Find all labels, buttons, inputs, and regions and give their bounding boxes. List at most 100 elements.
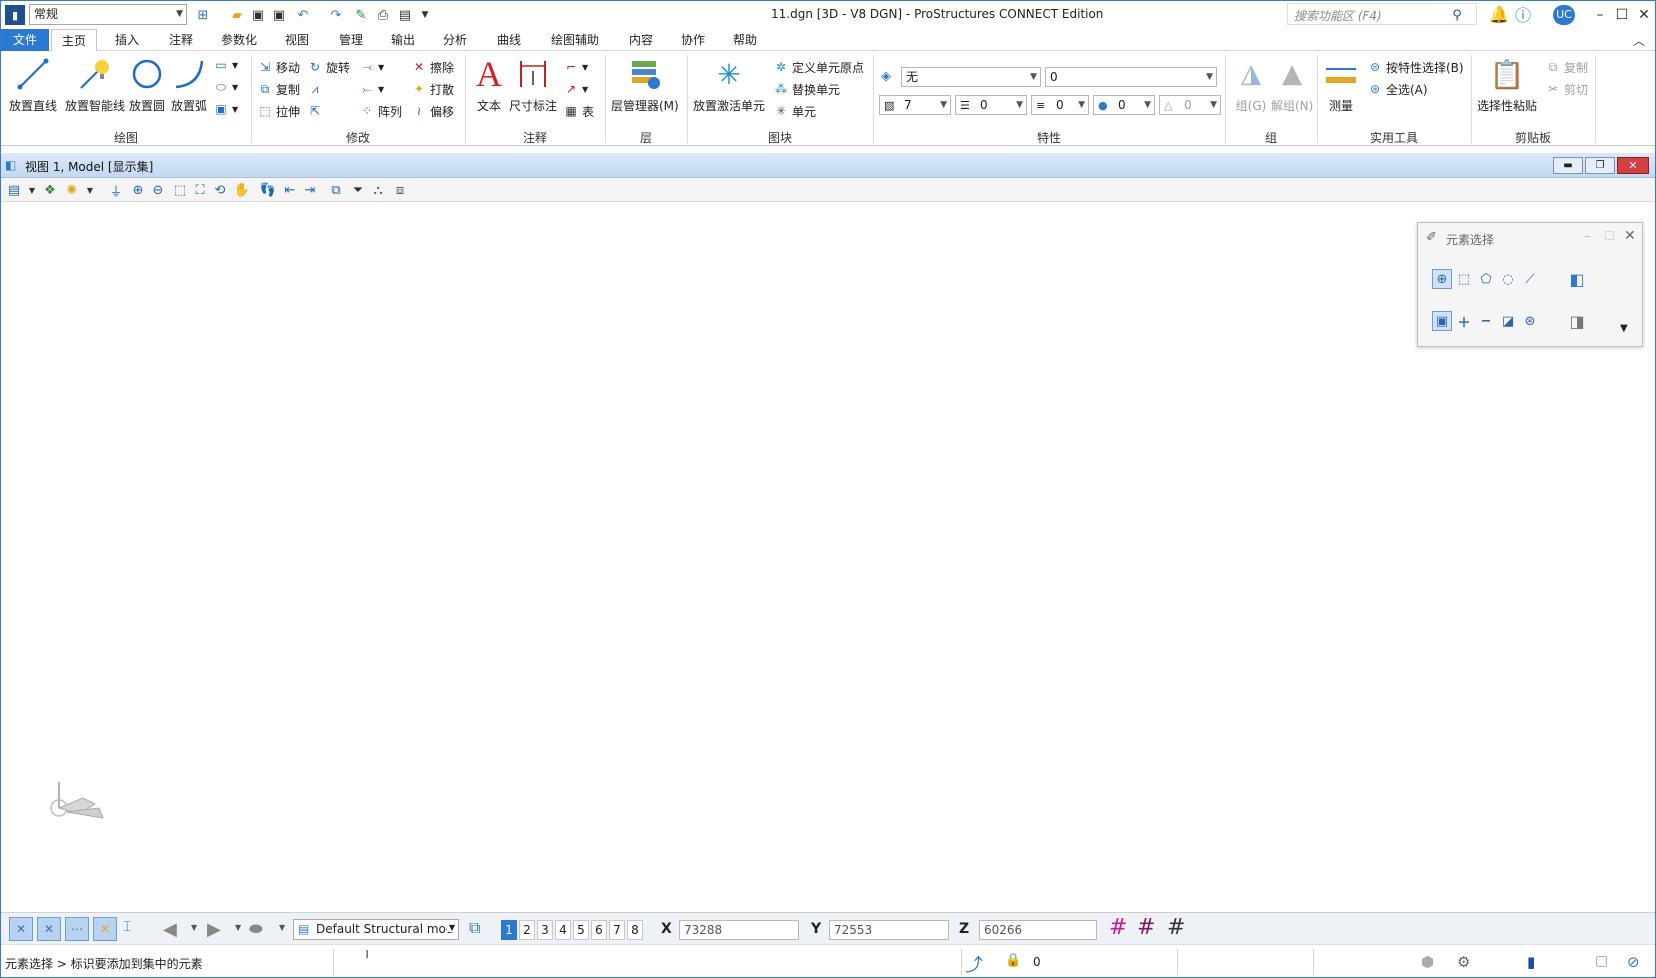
notification-bell-icon[interactable]: 🔔 — [1489, 4, 1509, 24]
drop-button[interactable]: ✦ 打散 — [411, 79, 454, 99]
dimension-button[interactable]: 尺寸标注 — [509, 55, 557, 114]
subtract-mode-icon[interactable]: − — [1476, 311, 1496, 331]
snap-center-icon[interactable]: ⋯ — [65, 917, 89, 941]
transparency-combo[interactable]: ● 0 ▼ — [1093, 95, 1155, 115]
extend-tool[interactable]: ⤚ ▼ — [359, 79, 384, 99]
place-arc-button[interactable]: 放置弧 — [171, 55, 207, 114]
place-circle-button[interactable]: 放置圆 — [129, 55, 165, 114]
minimize-icon[interactable]: – — [1584, 229, 1591, 244]
close-icon[interactable]: ✕ — [1633, 5, 1655, 25]
block-method-icon[interactable]: ⬚ — [1454, 269, 1474, 289]
tab-help[interactable]: 帮助 — [723, 29, 767, 51]
chevron-down-icon[interactable]: ▼ — [81, 181, 99, 199]
view-button-5[interactable]: 5 — [573, 920, 589, 940]
tab-annotate[interactable]: 注释 — [159, 29, 203, 51]
define-cell-origin-button[interactable]: ✲ 定义单元原点 — [773, 57, 864, 77]
redo-icon[interactable]: ↷ — [326, 5, 346, 25]
rotate-button[interactable]: ↻ 旋转 — [307, 57, 350, 77]
y-coordinate-field[interactable]: 72553 — [829, 920, 949, 940]
select-all-button[interactable]: ⊛ 全选(A) — [1367, 79, 1428, 99]
view-filter-icon[interactable]: ⏷ — [349, 181, 367, 199]
offset-button[interactable]: ≀ 偏移 — [411, 101, 454, 121]
layer-manager-button[interactable]: 层管理器(M) — [611, 55, 679, 114]
back-icon[interactable]: ◀ — [163, 919, 177, 940]
shape-tool[interactable]: ▣ ▼ — [213, 99, 238, 119]
ungroup-button[interactable]: ▲ 解组(N) — [1271, 55, 1313, 114]
shape-method-icon[interactable]: ⬠ — [1476, 269, 1496, 289]
close-icon[interactable]: ✕ — [1624, 228, 1636, 244]
open-folder-icon[interactable]: ▰ — [227, 5, 247, 25]
print-preview-icon[interactable]: ▤ — [395, 5, 415, 25]
place-active-cell-button[interactable]: ✳ 放置激活单元 — [693, 55, 765, 114]
lock-icon[interactable]: 🔒 — [1005, 953, 1021, 968]
chevron-down-icon[interactable]: ▼ — [191, 923, 197, 932]
style-combo[interactable]: ☰ 0 ▼ — [955, 95, 1027, 115]
paste-special-button[interactable]: 📋 选择性粘贴 — [1477, 55, 1537, 114]
individual-method-icon[interactable]: ⊕ — [1432, 269, 1452, 289]
snap-icon[interactable]: ✕ — [9, 917, 33, 941]
measure-button[interactable]: 测量 — [1323, 55, 1359, 114]
settings-tool-icon[interactable]: ⚙ — [1457, 953, 1470, 971]
maximize-icon[interactable]: ☐ — [1611, 5, 1633, 25]
view-button-7[interactable]: 7 — [609, 920, 625, 940]
invert-mode-icon[interactable]: ◪ — [1498, 311, 1518, 331]
print-icon[interactable]: ⎙ — [373, 5, 393, 25]
tab-insert[interactable]: 插入 — [105, 29, 149, 51]
view-previous-icon[interactable]: ⇤ — [281, 181, 299, 199]
model-browser-icon[interactable]: ⬬ — [249, 919, 263, 939]
pointer-select-icon[interactable]: ◨ — [1564, 309, 1590, 333]
new-mode-icon[interactable]: ▣ — [1432, 311, 1452, 331]
place-line-button[interactable]: 放置直线 — [9, 55, 57, 114]
tab-output[interactable]: 输出 — [381, 29, 425, 51]
color-combo[interactable]: 0 ▼ — [1045, 67, 1217, 87]
grid-settings-icon[interactable]: # — [1167, 916, 1185, 940]
text-button[interactable]: A 文本 — [471, 54, 507, 114]
model-combo[interactable]: ▤ Default Structural mod ▼ — [293, 919, 459, 940]
add-mode-icon[interactable]: ＋ — [1454, 311, 1474, 331]
display-set-icon[interactable]: ⧈ — [391, 181, 409, 199]
array-button[interactable]: ⁘ 阵列 — [359, 101, 402, 121]
fit-view-icon[interactable]: ⛶ — [191, 181, 209, 199]
weight2-combo[interactable]: ≡ 0 ▼ — [1031, 95, 1089, 115]
line-method-icon[interactable]: ⟋ — [1520, 269, 1540, 289]
view-attributes-icon[interactable]: ▤ — [5, 181, 23, 199]
scale-button[interactable]: ⇱ — [307, 101, 326, 121]
z-coordinate-field[interactable]: 60266 — [979, 920, 1097, 940]
copy-button[interactable]: ⧉ 复制 — [1545, 57, 1588, 77]
tab-drawing-aids[interactable]: 绘图辅助 — [541, 29, 609, 51]
tab-collaborate[interactable]: 协作 — [671, 29, 715, 51]
view-button-6[interactable]: 6 — [591, 920, 607, 940]
snap-intersection-icon[interactable]: ✕ — [93, 917, 117, 941]
snap-keypoint-icon[interactable]: ✕ — [37, 917, 61, 941]
select-all-mode-icon[interactable]: ⊛ — [1520, 311, 1540, 331]
tab-content[interactable]: 内容 — [619, 29, 663, 51]
view-button-2[interactable]: 2 — [519, 920, 535, 940]
pin-icon[interactable]: ✎ — [351, 5, 371, 25]
replace-cell-button[interactable]: ⁂ 替换单元 — [773, 79, 840, 99]
maximize-icon[interactable]: ☐ — [1604, 229, 1615, 243]
move-button[interactable]: ⇲ 移动 — [257, 57, 300, 77]
view-restore-icon[interactable]: ❐ — [1585, 157, 1615, 174]
search-icon[interactable]: ⚲ — [1447, 5, 1467, 25]
circle-method-icon[interactable]: ◌ — [1498, 269, 1518, 289]
workset-icon[interactable]: ⊞ — [193, 5, 213, 25]
tab-parametric[interactable]: 参数化 — [211, 29, 267, 51]
note-tool[interactable]: ⌐ ▼ — [563, 57, 588, 77]
pan-view-icon[interactable]: ✋ — [233, 181, 251, 199]
tab-manage[interactable]: 管理 — [329, 29, 373, 51]
undo-icon[interactable]: ↶ — [293, 5, 313, 25]
user-avatar[interactable]: UC — [1553, 5, 1575, 25]
collapse-ribbon-icon[interactable]: ︿ — [1633, 32, 1645, 49]
update-view-icon[interactable]: ⏚ — [107, 181, 125, 200]
zoom-out-icon[interactable]: ⊖ — [149, 181, 167, 199]
clear-selection-icon[interactable]: ◧ — [1564, 267, 1590, 291]
design-history-icon[interactable]: ⬢ — [1421, 953, 1434, 971]
table-button[interactable]: ▦ 表 — [563, 101, 594, 121]
zoom-in-icon[interactable]: ⊕ — [129, 181, 147, 199]
x-coordinate-field[interactable]: 73288 — [679, 920, 799, 940]
trim-tool[interactable]: ⤙ ▼ — [359, 57, 384, 77]
minimize-icon[interactable]: – — [1589, 5, 1611, 25]
walk-icon[interactable]: 👣 — [259, 181, 277, 199]
ellipse-tool[interactable]: ⬭ ▼ — [213, 77, 238, 97]
drawing-canvas[interactable] — [1, 202, 1655, 912]
